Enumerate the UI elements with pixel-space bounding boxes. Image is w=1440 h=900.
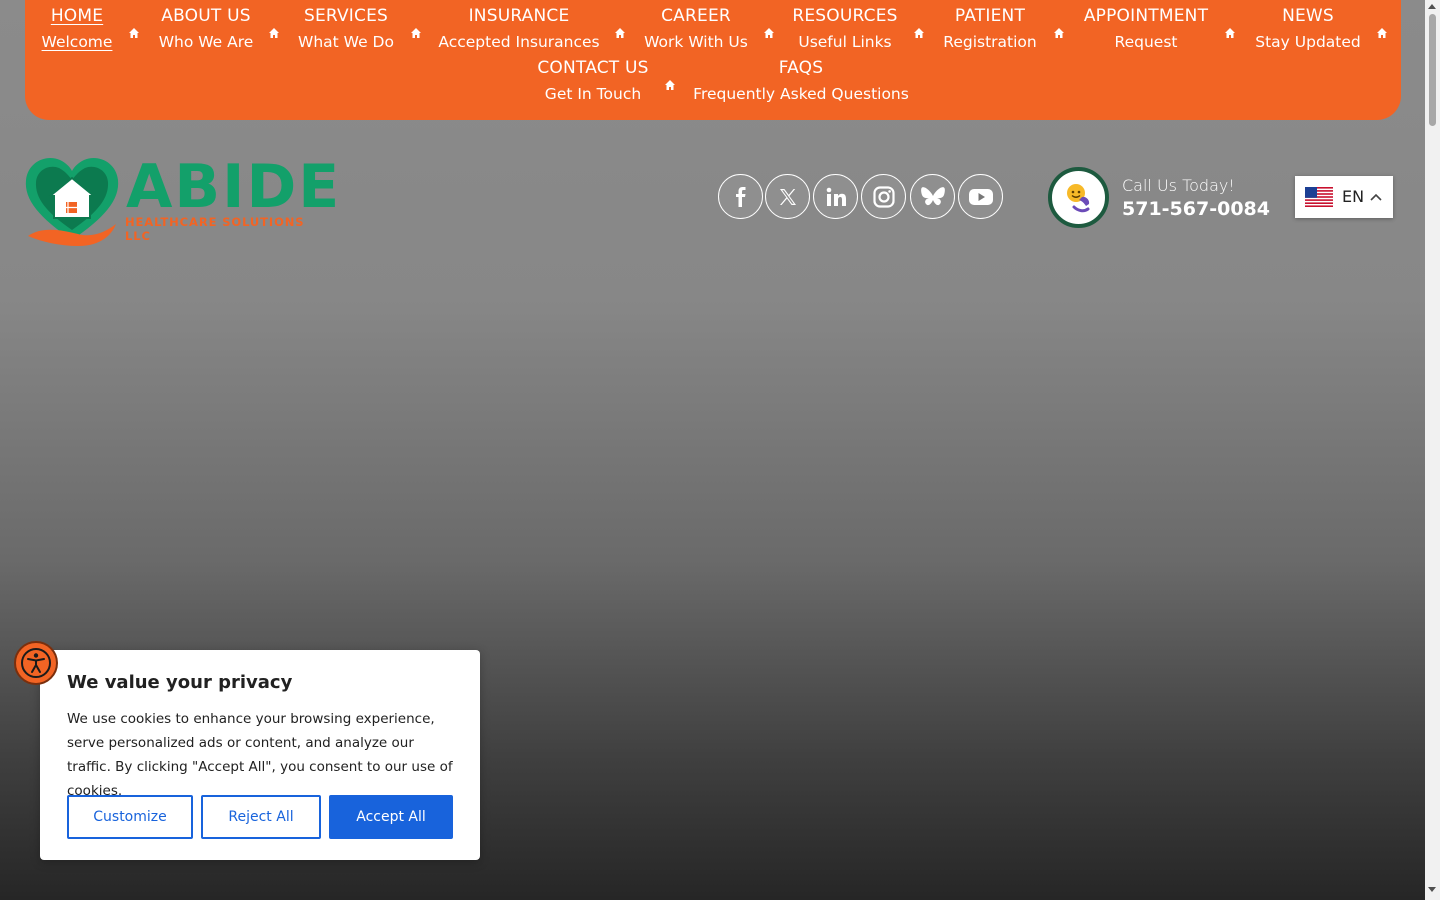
home-icon (614, 24, 626, 38)
home-icon (913, 24, 925, 38)
home-icon (1053, 24, 1065, 38)
nav-item-sublabel: Frequently Asked Questions (693, 85, 909, 103)
nav-item-sublabel: Registration (943, 33, 1037, 51)
nav-item-patient[interactable]: PATIENT Registration (943, 4, 1036, 54)
nav-item-sublabel: Work With Us (644, 33, 748, 51)
cookie-consent-banner: We value your privacy We use cookies to … (40, 650, 480, 860)
call-label: Call Us Today! (1122, 176, 1235, 195)
nav-item-news[interactable]: NEWS Stay Updated (1255, 4, 1361, 54)
language-switcher[interactable]: EN (1295, 176, 1393, 218)
home-icon (410, 24, 422, 38)
nav-item-insurance[interactable]: INSURANCE Accepted Insurances (438, 4, 599, 54)
logo-wordmark: ABIDE (126, 152, 342, 222)
nav-item-sublabel: Useful Links (798, 33, 892, 51)
chevron-up-icon (1370, 193, 1382, 201)
nav-item-sublabel: Stay Updated (1255, 33, 1361, 51)
cookie-description: We use cookies to enhance your browsing … (67, 711, 453, 799)
nav-item-sublabel: Who We Are (158, 33, 254, 51)
nav-item-resources[interactable]: RESOURCES Useful Links (792, 4, 897, 54)
nav-item-label: APPOINTMENT (1083, 6, 1209, 26)
scrollbar-thumb[interactable] (1429, 14, 1436, 126)
nav-item-sublabel: What We Do (298, 33, 394, 51)
nav-item-label: RESOURCES (792, 6, 898, 26)
nav-item-services[interactable]: SERVICES What We Do (298, 4, 394, 54)
logo-subtitle: HEALTHCARE SOLUTIONS LLC (125, 215, 305, 243)
accessibility-icon[interactable] (14, 641, 58, 685)
nav-item-label: CONTACT US (537, 58, 649, 78)
main-navigation: HOME Welcome ABOUT US Who We Are SERVICE… (25, 0, 1401, 120)
language-code: EN (1342, 187, 1365, 206)
nav-item-home[interactable]: HOME Welcome (42, 4, 113, 54)
home-icon (664, 76, 676, 90)
phone-number-link[interactable]: 571-567-0084 (1122, 196, 1270, 222)
scroll-down-arrow[interactable] (1428, 887, 1436, 892)
nav-item-sublabel: Welcome (41, 33, 113, 51)
nav-item-label: ABOUT US (161, 6, 251, 26)
phone-icon (1048, 167, 1109, 228)
bluesky-icon[interactable] (910, 174, 955, 219)
nav-item-label: HOME (50, 6, 104, 26)
x-icon[interactable] (765, 174, 810, 219)
nav-item-career[interactable]: CAREER Work With Us (644, 4, 748, 54)
nav-item-contact-us[interactable]: CONTACT US Get In Touch (537, 56, 648, 106)
youtube-icon[interactable] (958, 174, 1003, 219)
instagram-icon[interactable] (861, 174, 906, 219)
site-logo[interactable]: ABIDE HEALTHCARE SOLUTIONS LLC (22, 152, 339, 250)
linkedin-icon[interactable] (813, 174, 858, 219)
nav-item-sublabel: Accepted Insurances (438, 33, 600, 51)
nav-item-label: CAREER (661, 6, 731, 26)
nav-row-secondary: CONTACT US Get In Touch FAQS Frequently … (25, 56, 1401, 108)
reject-all-button[interactable]: Reject All (201, 795, 321, 839)
accept-all-button[interactable]: Accept All (329, 795, 453, 839)
nav-item-sublabel: Get In Touch (544, 85, 642, 103)
home-icon (128, 24, 140, 38)
nav-row-primary: HOME Welcome ABOUT US Who We Are SERVICE… (25, 4, 1401, 56)
home-icon (268, 24, 280, 38)
nav-item-appointment[interactable]: APPOINTMENT Request (1084, 4, 1208, 54)
heart-home-logo-icon (25, 158, 119, 246)
nav-item-sublabel: Request (1114, 33, 1178, 51)
page-scrollbar[interactable] (1425, 0, 1440, 900)
nav-item-faqs[interactable]: FAQS Frequently Asked Questions (693, 56, 909, 106)
nav-item-label: SERVICES (303, 6, 389, 26)
home-icon (1376, 24, 1388, 38)
facebook-icon[interactable] (718, 174, 763, 219)
home-icon (763, 24, 775, 38)
nav-item-label: FAQS (778, 58, 824, 78)
nav-item-label: NEWS (1282, 6, 1334, 26)
us-flag-icon (1305, 187, 1333, 207)
nav-item-label: PATIENT (954, 6, 1026, 26)
customize-button[interactable]: Customize (67, 795, 193, 839)
cookie-title: We value your privacy (67, 672, 293, 693)
nav-item-label: INSURANCE (468, 6, 570, 26)
home-icon (1224, 24, 1236, 38)
scroll-up-arrow[interactable] (1428, 4, 1436, 9)
nav-item-about-us[interactable]: ABOUT US Who We Are (159, 4, 254, 54)
